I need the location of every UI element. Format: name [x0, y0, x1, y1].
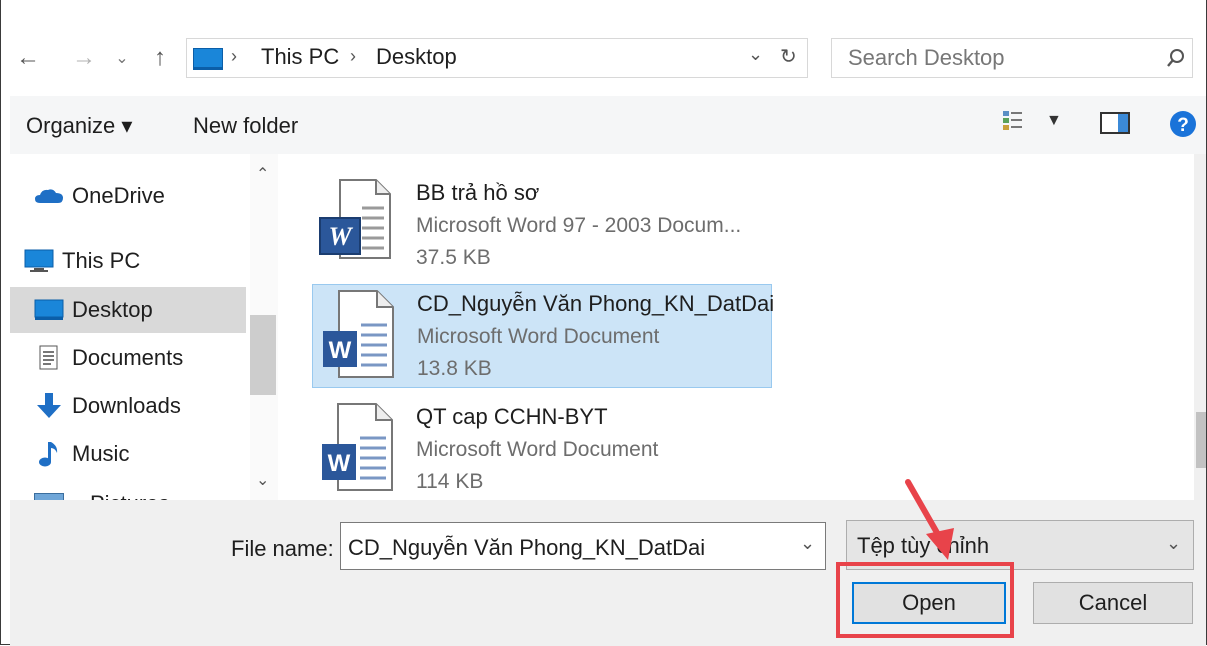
svg-text:?: ? [1177, 115, 1189, 136]
command-toolbar [10, 96, 1206, 154]
breadcrumb-this-pc[interactable]: This PC [261, 44, 339, 70]
svg-text:W: W [329, 337, 352, 364]
breadcrumb-desktop[interactable]: Desktop [376, 44, 457, 70]
svg-text:W: W [328, 450, 351, 477]
word-document-icon: W [322, 403, 393, 491]
pc-icon-base [193, 67, 223, 70]
new-folder-button[interactable]: New folder [193, 113, 298, 139]
sidebar-item-pictures[interactable]: Pictures [10, 479, 246, 500]
cancel-button[interactable]: Cancel [1033, 582, 1193, 624]
search-icon[interactable] [1166, 48, 1186, 68]
file-type: Microsoft Word 97 - 2003 Docum... [416, 214, 742, 237]
pc-icon [193, 48, 223, 68]
forward-arrow-icon[interactable]: → [70, 40, 98, 76]
highlight-box [836, 562, 1014, 638]
sidebar-item-label: This PC [62, 248, 141, 273]
sidebar-item-label: OneDrive [72, 183, 165, 208]
documents-icon [34, 345, 64, 371]
file-type: Microsoft Word Document [417, 325, 660, 348]
organize-button[interactable]: Organize ▾ [26, 113, 132, 139]
nav-scrollbar-thumb[interactable] [250, 315, 276, 395]
pictures-icon [34, 493, 64, 500]
file-type-dropdown-chevron-icon[interactable]: ⌄ [1166, 533, 1181, 554]
back-arrow-icon[interactable]: ← [14, 40, 42, 76]
scroll-up-chevron-icon[interactable]: ⌃ [256, 164, 269, 184]
breadcrumb-separator-icon: › [350, 46, 356, 66]
sidebar-item-label: Desktop [72, 297, 153, 322]
sidebar-item-this-pc[interactable]: This PC [14, 238, 250, 284]
scroll-down-chevron-icon[interactable]: ⌄ [256, 470, 269, 490]
sidebar-item-music[interactable]: Music [10, 431, 246, 477]
view-options-icon[interactable] [1002, 110, 1024, 132]
file-name-dropdown-chevron-icon[interactable]: ⌄ [800, 533, 815, 554]
recent-locations-chevron-icon[interactable]: ⌄ [110, 40, 134, 76]
onedrive-cloud-icon [34, 187, 64, 205]
search-placeholder: Search Desktop [848, 45, 1005, 70]
list-item[interactable]: W BB trả hồ sơ Microsoft Word 97 - 2003 … [312, 170, 772, 274]
file-list-scrollbar-thumb[interactable] [1196, 412, 1206, 468]
sidebar-item-downloads[interactable]: Downloads [10, 383, 246, 429]
computer-icon [24, 249, 54, 273]
file-name: BB trả hồ sơ [416, 180, 540, 205]
view-dropdown-icon[interactable]: ▼ [1046, 112, 1062, 130]
sidebar-item-label: Music [72, 441, 130, 466]
svg-text:W: W [328, 222, 353, 251]
file-size: 13.8 KB [417, 357, 492, 380]
sidebar-item-label: Downloads [72, 393, 181, 418]
up-arrow-icon[interactable]: ↑ [146, 40, 174, 76]
sidebar-item-label: Documents [72, 345, 184, 370]
sidebar-item-desktop[interactable]: Desktop [10, 287, 246, 333]
file-name: CD_Nguyễn Văn Phong_KN_DatDai [417, 291, 775, 316]
download-arrow-icon [34, 392, 64, 420]
file-type: Microsoft Word Document [416, 438, 659, 461]
sidebar-item-documents[interactable]: Documents [10, 335, 246, 381]
sidebar-item-label: Pictures [90, 491, 169, 500]
list-item[interactable]: W QT cap CCHN-BYT Microsoft Word Documen… [312, 398, 772, 500]
word-document-icon: W [323, 290, 394, 378]
list-item-selected[interactable]: W CD_Nguyễn Văn Phong_KN_DatDai Microsof… [312, 284, 775, 388]
music-note-icon [34, 440, 64, 468]
address-dropdown-chevron-icon[interactable]: ⌄ [748, 44, 763, 65]
breadcrumb-separator-icon: › [231, 46, 237, 66]
help-icon[interactable]: ? [1169, 110, 1197, 138]
file-name: QT cap CCHN-BYT [416, 404, 608, 429]
file-size: 37.5 KB [416, 246, 491, 269]
annotation-arrow-icon [905, 479, 954, 560]
refresh-icon[interactable]: ↻ [780, 44, 797, 69]
file-size: 114 KB [416, 470, 484, 493]
preview-pane-icon[interactable] [1100, 112, 1130, 134]
desktop-icon [34, 299, 64, 321]
file-name-value: CD_Nguyễn Văn Phong_KN_DatDai [348, 535, 706, 560]
file-name-label: File name: [231, 536, 334, 561]
word-97-2003-doc-icon: W [319, 179, 391, 259]
sidebar-item-onedrive[interactable]: OneDrive [10, 173, 246, 219]
